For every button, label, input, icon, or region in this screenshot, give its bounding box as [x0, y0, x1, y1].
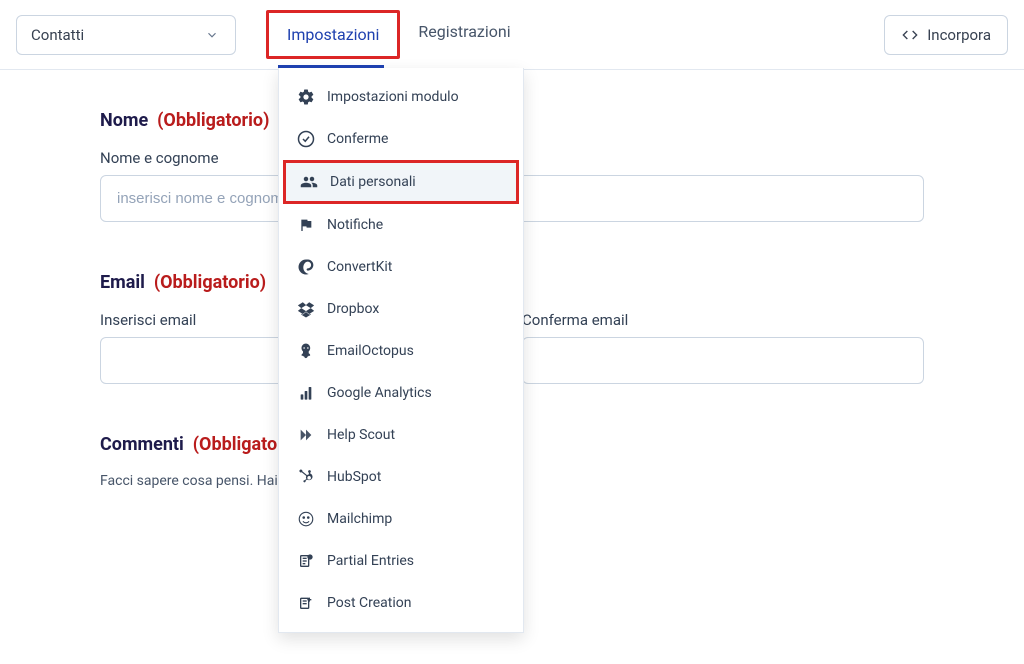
menu-item-analytics[interactable]: Google Analytics — [279, 372, 523, 414]
post-creation-icon — [297, 594, 315, 612]
required-badge: (Obbligatorio) — [154, 272, 266, 293]
menu-item-label: Partial Entries — [327, 553, 414, 569]
code-icon — [901, 26, 919, 44]
dropdown-value: Contatti — [31, 26, 84, 44]
menu-item-confirmations[interactable]: Conferme — [279, 118, 523, 160]
tabs: Impostazioni Registrazioni — [266, 10, 529, 59]
flag-icon — [297, 216, 315, 234]
menu-item-dropbox[interactable]: Dropbox — [279, 288, 523, 330]
menu-item-post-creation[interactable]: Post Creation — [279, 582, 523, 624]
convertkit-icon — [297, 258, 315, 276]
menu-item-hubspot[interactable]: HubSpot — [279, 456, 523, 498]
label-text: Commenti — [100, 434, 184, 455]
chevron-down-icon — [203, 26, 221, 44]
menu-item-notifications[interactable]: Notifiche — [279, 204, 523, 246]
embed-label: Incorpora — [927, 26, 991, 44]
hubspot-icon — [297, 468, 315, 486]
menu-item-label: ConvertKit — [327, 259, 392, 275]
users-icon — [300, 173, 318, 191]
analytics-icon — [297, 384, 315, 402]
partial-entries-icon — [297, 552, 315, 570]
contacts-dropdown[interactable]: Contatti — [16, 15, 236, 55]
label-text: Email — [100, 272, 145, 293]
tab-registrazioni[interactable]: Registrazioni — [400, 10, 528, 59]
menu-item-mailchimp[interactable]: Mailchimp — [279, 498, 523, 540]
menu-item-partial-entries[interactable]: Partial Entries — [279, 540, 523, 582]
gear-icon — [297, 88, 315, 106]
octopus-icon — [297, 342, 315, 360]
check-circle-icon — [297, 130, 315, 148]
menu-item-personal-data[interactable]: Dati personali — [283, 160, 519, 204]
menu-item-label: Mailchimp — [327, 511, 392, 527]
menu-item-label: Dropbox — [327, 301, 379, 317]
tab-label: Registrazioni — [418, 22, 510, 41]
menu-item-label: Notifiche — [327, 217, 383, 233]
menu-item-label: Help Scout — [327, 427, 395, 443]
menu-item-emailoctopus[interactable]: EmailOctopus — [279, 330, 523, 372]
settings-dropdown-menu: Impostazioni modulo Conferme Dati person… — [278, 68, 524, 633]
menu-item-label: Conferme — [327, 131, 388, 147]
mailchimp-icon — [297, 510, 315, 528]
menu-item-label: EmailOctopus — [327, 343, 414, 359]
required-badge: (Obbligatorio) — [157, 110, 269, 131]
dropbox-icon — [297, 300, 315, 318]
menu-item-convertkit[interactable]: ConvertKit — [279, 246, 523, 288]
menu-item-form-settings[interactable]: Impostazioni modulo — [279, 76, 523, 118]
menu-item-label: Dati personali — [330, 174, 416, 190]
embed-button[interactable]: Incorpora — [884, 15, 1008, 55]
tab-label: Impostazioni — [287, 25, 379, 44]
label-text: Nome — [100, 110, 148, 131]
helpscout-icon — [297, 426, 315, 444]
menu-item-label: HubSpot — [327, 469, 381, 485]
menu-item-label: Impostazioni modulo — [327, 89, 459, 105]
email-confirm-input[interactable] — [522, 337, 924, 384]
tab-impostazioni[interactable]: Impostazioni — [266, 10, 400, 59]
menu-item-helpscout[interactable]: Help Scout — [279, 414, 523, 456]
menu-item-label: Post Creation — [327, 595, 411, 611]
email-sub-label-2: Conferma email — [522, 311, 924, 329]
menu-item-label: Google Analytics — [327, 385, 432, 401]
menu-active-indicator — [278, 65, 384, 68]
